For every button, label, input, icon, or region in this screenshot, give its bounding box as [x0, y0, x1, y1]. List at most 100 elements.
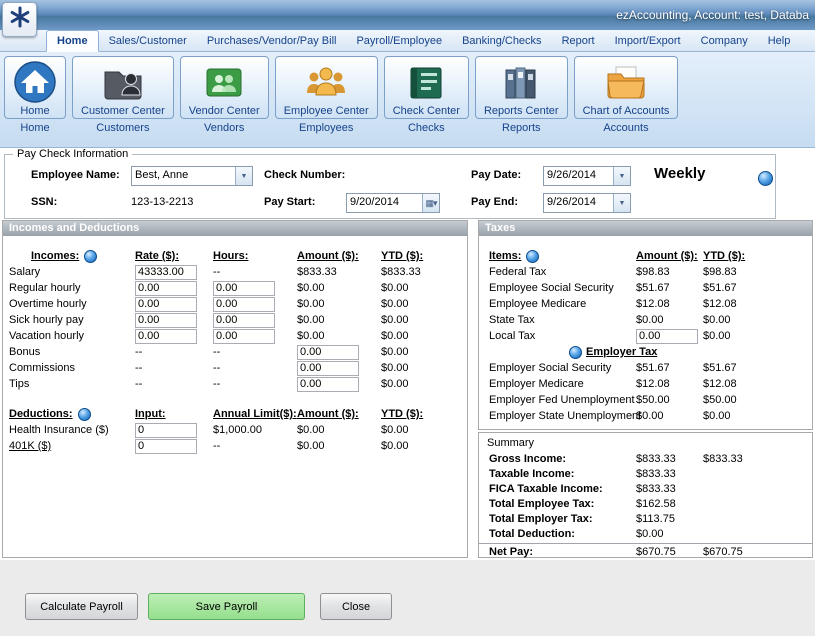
amount-cell: $12.08 [636, 378, 703, 390]
regular-hours-input[interactable] [213, 281, 275, 296]
ytd-cell: $51.67 [703, 282, 812, 294]
col-ytd: YTD ($): [381, 250, 467, 262]
toolbar: Home Home Customer Center Customers [0, 52, 815, 148]
paycheck-info-box: Pay Check Information Employee Name: Bes… [4, 154, 776, 219]
customer-center-button[interactable]: Customer Center [72, 56, 174, 119]
bonus-amount-input[interactable] [297, 345, 359, 360]
salary-rate-input[interactable] [135, 265, 197, 280]
app-logo-button[interactable] [2, 2, 37, 37]
rate-cell: -- [135, 362, 213, 374]
commissions-amount-input[interactable] [297, 361, 359, 376]
amount-cell: $0.00 [297, 298, 381, 310]
pay-start-datepicker[interactable]: 9/20/2014 [346, 193, 440, 213]
summary-row-fica: FICA Taxable Income: $833.33 [479, 481, 812, 496]
ytd-cell: $0.00 [381, 282, 467, 294]
employer-tax-header: Employer Tax [569, 344, 812, 360]
sick-hours-input[interactable] [213, 313, 275, 328]
employer-tax-title: Employer Tax [586, 346, 657, 358]
tax-row-employee-social-security: Employee Social Security $51.67 $51.67 [479, 280, 812, 296]
tab-home[interactable]: Home [46, 30, 99, 52]
vacation-hours-input[interactable] [213, 329, 275, 344]
toolbar-button-label: Customer Center [81, 105, 165, 117]
summary-label: Taxable Income: [479, 468, 636, 480]
rate-cell: -- [135, 378, 213, 390]
401k-input[interactable] [135, 439, 197, 454]
help-globe-icon[interactable] [84, 250, 97, 263]
overtime-rate-input[interactable] [135, 297, 197, 312]
toolbar-caption: Accounts [603, 122, 648, 134]
main-content: Pay Check Information Employee Name: Bes… [0, 148, 815, 636]
tab-help[interactable]: Help [758, 31, 801, 51]
tab-banking-checks[interactable]: Banking/Checks [452, 31, 552, 51]
reports-center-button[interactable]: Reports Center [475, 56, 568, 119]
regular-rate-input[interactable] [135, 281, 197, 296]
employee-center-button[interactable]: Employee Center [275, 56, 378, 119]
pay-date-label: Pay Date: [471, 169, 521, 181]
ytd-cell: $0.00 [381, 424, 467, 436]
calendar-icon[interactable] [422, 194, 439, 212]
incomes-title: Incomes: [31, 250, 79, 262]
help-globe-icon[interactable] [758, 171, 773, 186]
titlebar[interactable]: ezAccounting, Account: test, Databa [0, 0, 815, 30]
pay-end-dropdown[interactable]: 9/26/2014 [543, 193, 631, 213]
summary-value: $670.75 [636, 546, 703, 558]
pay-start-value: 9/20/2014 [347, 194, 422, 212]
summary-row-taxable: Taxable Income: $833.33 [479, 466, 812, 481]
close-button[interactable]: Close [320, 593, 392, 620]
health-insurance-input[interactable] [135, 423, 197, 438]
tax-row-employer-state-unemployment: Employer State Unemployment $0.00 $0.00 [479, 408, 812, 424]
tax-row-employer-medicare: Employer Medicare $12.08 $12.08 [479, 376, 812, 392]
tab-import-export[interactable]: Import/Export [605, 31, 691, 51]
tab-purchases-vendor[interactable]: Purchases/Vendor/Pay Bill [197, 31, 347, 51]
amount-cell: $51.67 [636, 362, 703, 374]
tab-report[interactable]: Report [552, 31, 605, 51]
dropdown-arrow-icon[interactable] [235, 167, 252, 185]
deduction-row-health-insurance: Health Insurance ($) $1,000.00 $0.00 $0.… [3, 422, 467, 438]
check-center-button[interactable]: Check Center [384, 56, 469, 119]
employees-group-icon [304, 59, 348, 105]
employee-name-dropdown[interactable]: Best, Anne [131, 166, 253, 186]
summary-label: Total Employee Tax: [479, 498, 636, 510]
dropdown-arrow-icon[interactable] [613, 194, 630, 212]
toolbar-caption: Home [20, 122, 49, 134]
summary-title: Summary [479, 433, 812, 451]
summary-label: Total Employer Tax: [479, 513, 636, 525]
ytd-cell: $0.00 [703, 314, 812, 326]
limit-cell: -- [213, 440, 297, 452]
help-globe-icon[interactable] [569, 346, 582, 359]
vacation-rate-input[interactable] [135, 329, 197, 344]
pay-date-dropdown[interactable]: 9/26/2014 [543, 166, 631, 186]
incomes-deductions-panel: Incomes and Deductions Incomes: Rate ($)… [2, 220, 468, 558]
income-row-vacation-hourly: Vacation hourly $0.00 $0.00 [3, 328, 467, 344]
tax-label: Employer Fed Unemployment [479, 394, 636, 406]
save-payroll-button[interactable]: Save Payroll [148, 593, 305, 620]
vendor-center-button[interactable]: Vendor Center [180, 56, 269, 119]
tab-company[interactable]: Company [691, 31, 758, 51]
amount-cell: $12.08 [636, 298, 703, 310]
income-row-sick-hourly: Sick hourly pay $0.00 $0.00 [3, 312, 467, 328]
income-label: Overtime hourly [3, 298, 135, 310]
income-row-bonus: Bonus -- -- $0.00 [3, 344, 467, 360]
tab-payroll-employee[interactable]: Payroll/Employee [346, 31, 452, 51]
tips-amount-input[interactable] [297, 377, 359, 392]
col-rate: Rate ($): [135, 250, 213, 262]
ssn-label: SSN: [31, 196, 57, 208]
local-tax-input[interactable] [636, 329, 698, 344]
overtime-hours-input[interactable] [213, 297, 275, 312]
chart-of-accounts-button[interactable]: Chart of Accounts [574, 56, 679, 119]
items-title: Items: [489, 250, 521, 262]
sick-rate-input[interactable] [135, 313, 197, 328]
summary-value: $0.00 [636, 528, 703, 540]
toolbar-button-label: Vendor Center [189, 105, 260, 117]
home-button[interactable]: Home [4, 56, 66, 119]
toolbar-caption: Reports [502, 122, 541, 134]
dropdown-arrow-icon[interactable] [613, 167, 630, 185]
calculate-payroll-button[interactable]: Calculate Payroll [25, 593, 138, 620]
income-row-regular-hourly: Regular hourly $0.00 $0.00 [3, 280, 467, 296]
col-amount: Amount ($): [297, 408, 381, 420]
ytd-cell: $50.00 [703, 394, 812, 406]
hours-cell: -- [213, 362, 297, 374]
help-globe-icon[interactable] [526, 250, 539, 263]
tab-sales-customer[interactable]: Sales/Customer [99, 31, 197, 51]
help-globe-icon[interactable] [78, 408, 91, 421]
